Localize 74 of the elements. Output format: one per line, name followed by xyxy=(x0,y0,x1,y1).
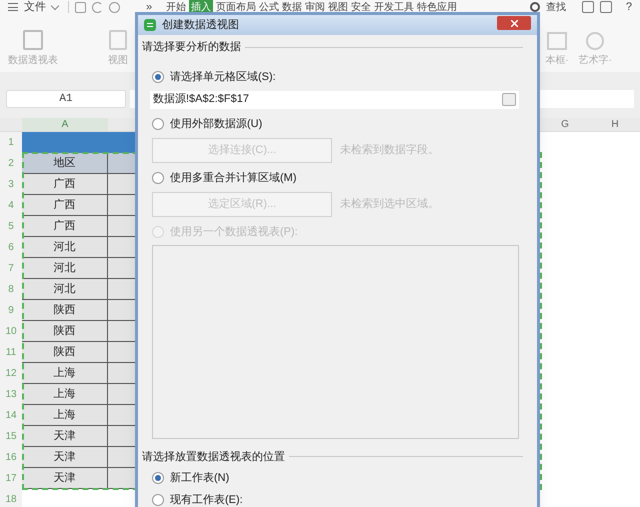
row-number: 17 xyxy=(0,468,22,489)
option-label: 请选择单元格区域(S): xyxy=(170,70,276,82)
close-button[interactable] xyxy=(497,16,531,30)
table-cell: 上海 xyxy=(22,384,108,405)
ribbon-tab[interactable]: 公式 xyxy=(259,0,280,14)
text-box-icon xyxy=(546,32,567,50)
radio-button[interactable] xyxy=(152,70,164,82)
name-box[interactable]: A1 xyxy=(6,90,126,108)
row-number: 10 xyxy=(0,321,22,342)
table-cell: 河北 xyxy=(22,237,108,258)
ribbon-tab[interactable]: 开始 xyxy=(166,0,186,14)
row-number: 16 xyxy=(0,447,22,468)
ribbon-tab[interactable]: 安全 xyxy=(351,0,372,14)
search-button[interactable]: 查找 xyxy=(546,0,566,14)
row-number: 8 xyxy=(0,279,22,300)
table-cell: 陕西 xyxy=(22,342,108,363)
table-cell: 陕西 xyxy=(22,300,108,321)
option-label: 使用多重合并计算区域(M) xyxy=(170,172,296,184)
column-header[interactable]: H xyxy=(590,118,640,131)
file-menu[interactable]: 文件 xyxy=(24,0,46,16)
app-icon xyxy=(144,19,156,31)
dialog-title: 创建数据透视图 xyxy=(162,18,239,33)
menu-icon[interactable] xyxy=(8,3,18,11)
table-header-cell xyxy=(108,153,135,174)
row-number: 2 xyxy=(0,153,22,174)
table-cell: 广西 xyxy=(22,195,108,216)
row-number: 5 xyxy=(0,216,22,237)
row-number: 11 xyxy=(0,342,22,363)
row-number: 15 xyxy=(0,426,22,447)
option-label: 使用另一个数据透视表(P): xyxy=(170,226,298,238)
row-number: 14 xyxy=(0,405,22,426)
option-label: 新工作表(N) xyxy=(170,472,230,484)
row-number: 7 xyxy=(0,258,22,279)
row-number: 12 xyxy=(0,363,22,384)
table-cell: 河北 xyxy=(22,258,108,279)
status-note: 未检索到数据字段。 xyxy=(340,142,439,158)
row-number: 18 xyxy=(0,489,22,507)
status-note: 未检索到选中区域。 xyxy=(340,196,439,212)
row-number: 4 xyxy=(0,195,22,216)
table-cell: 广西 xyxy=(22,216,108,237)
option-label: 现有工作表(E): xyxy=(170,494,243,506)
section-heading: 请选择要分析的数据 xyxy=(142,40,241,55)
ribbon-tab[interactable]: 数据 xyxy=(282,0,302,14)
radio-button[interactable] xyxy=(152,118,164,130)
ribbon-tab[interactable]: 页面布局 xyxy=(216,0,256,14)
radio-button[interactable] xyxy=(152,172,164,184)
table-cell: 陕西 xyxy=(22,321,108,342)
row-number: 9 xyxy=(0,300,22,321)
row-number: 6 xyxy=(0,237,22,258)
table-header-cell: 地区 xyxy=(22,153,108,174)
ribbon-tab[interactable]: 视图 xyxy=(328,0,348,14)
table-cell: 天津 xyxy=(22,447,108,468)
ribbon-tab[interactable]: 开发工具 xyxy=(374,0,414,14)
help-button[interactable]: ? xyxy=(626,0,632,16)
table-cell: 上海 xyxy=(22,363,108,384)
ribbon-tab[interactable]: 特色应用 xyxy=(417,0,458,14)
table-cell: 天津 xyxy=(22,426,108,447)
close-icon xyxy=(510,20,518,26)
column-header[interactable]: G xyxy=(540,118,590,131)
range-field[interactable]: 数据源!$A$2:$F$17 xyxy=(150,90,519,108)
table-cell: 广西 xyxy=(22,174,108,195)
radio-button[interactable] xyxy=(152,494,164,506)
table-cell: 上海 xyxy=(22,405,108,426)
range-picker-icon[interactable] xyxy=(502,93,516,106)
row-number: 1 xyxy=(0,132,22,153)
table-cell: 天津 xyxy=(22,468,108,489)
section-heading: 请选择放置数据透视表的位置 xyxy=(142,450,285,462)
row-number: 13 xyxy=(0,384,22,405)
radio-button[interactable] xyxy=(152,472,164,484)
row-number: 3 xyxy=(0,174,22,195)
option-label: 使用外部数据源(U) xyxy=(170,118,262,130)
ribbon-tab[interactable]: 审阅 xyxy=(305,0,326,14)
table-cell: 河北 xyxy=(22,279,108,300)
more-button[interactable]: » xyxy=(146,0,152,16)
